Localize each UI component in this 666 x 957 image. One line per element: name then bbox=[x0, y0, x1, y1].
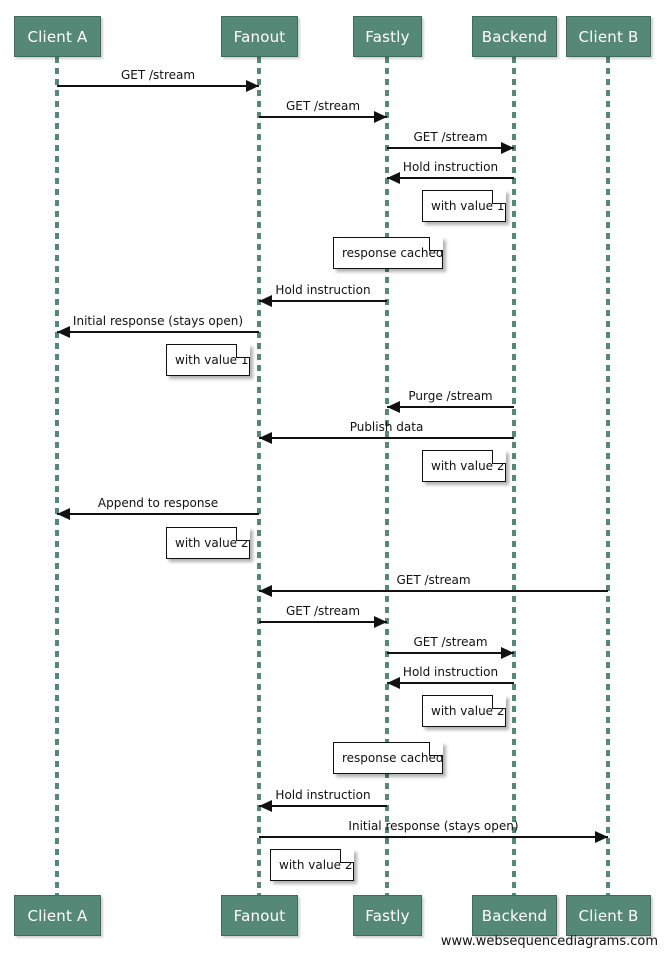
actor-footer-backend[interactable]: Backend bbox=[472, 895, 557, 936]
note-fold-corner-icon bbox=[492, 449, 506, 464]
message-line-m7 bbox=[387, 406, 514, 408]
message-label-m13: Hold instruction bbox=[402, 665, 499, 679]
message-line-m13 bbox=[387, 682, 514, 684]
message-line-m6 bbox=[57, 331, 259, 333]
message-label-m3: GET /stream bbox=[413, 130, 488, 144]
actor-label: Client B bbox=[578, 27, 639, 46]
note-fold-corner-icon bbox=[236, 343, 250, 358]
message-line-m12 bbox=[387, 652, 514, 654]
actor-label: Backend bbox=[481, 906, 548, 925]
message-line-m4 bbox=[387, 177, 514, 179]
message-label-m5: Hold instruction bbox=[275, 283, 371, 297]
message-label-m8: Publish data bbox=[349, 420, 424, 434]
message-line-m11 bbox=[259, 621, 387, 623]
actor-label: Client A bbox=[27, 27, 88, 46]
message-line-m14 bbox=[259, 805, 387, 807]
actor-footer-client_b[interactable]: Client B bbox=[566, 895, 651, 936]
note-fold-corner-icon bbox=[492, 694, 506, 709]
sequence-diagram-canvas: GET /stream GET /stream GET /stream Hold in… bbox=[0, 0, 666, 957]
actor-footer-fanout[interactable]: Fanout bbox=[221, 895, 298, 936]
actor-label: Fanout bbox=[233, 27, 286, 46]
note-n8: with value 2 bbox=[270, 848, 354, 881]
message-label-m1: GET /stream bbox=[120, 68, 196, 82]
actor-footer-fastly[interactable]: Fastly bbox=[353, 895, 422, 936]
message-line-m1 bbox=[57, 85, 259, 87]
message-label-m10: GET /stream bbox=[396, 573, 471, 587]
message-line-m3 bbox=[387, 147, 514, 149]
note-n7: response cached bbox=[333, 741, 443, 774]
message-label-m12: GET /stream bbox=[413, 635, 488, 649]
message-line-m5 bbox=[259, 300, 387, 302]
actor-label: Fastly bbox=[365, 27, 410, 46]
actor-header-client_b[interactable]: Client B bbox=[566, 16, 651, 57]
message-label-m7: Purge /stream bbox=[408, 389, 493, 403]
actor-header-client_a[interactable]: Client A bbox=[14, 16, 101, 57]
actor-header-fanout[interactable]: Fanout bbox=[221, 16, 298, 57]
actor-label: Client B bbox=[578, 906, 639, 925]
actor-header-backend[interactable]: Backend bbox=[472, 16, 557, 57]
message-label-m2: GET /stream bbox=[285, 99, 361, 113]
actor-label: Client A bbox=[27, 906, 88, 925]
lifeline-backend bbox=[512, 57, 516, 895]
message-label-m9: Append to response bbox=[97, 496, 219, 510]
note-fold-corner-icon bbox=[236, 526, 250, 541]
message-line-m15 bbox=[259, 836, 608, 838]
actor-label: Fanout bbox=[233, 906, 286, 925]
note-fold-corner-icon bbox=[429, 741, 443, 756]
actor-label: Backend bbox=[481, 27, 548, 46]
actor-label: Fastly bbox=[365, 906, 410, 925]
note-fold-corner-icon bbox=[492, 189, 506, 204]
message-label-m4: Hold instruction bbox=[402, 160, 499, 174]
message-line-m2 bbox=[259, 116, 387, 118]
message-line-m10 bbox=[259, 590, 608, 592]
message-line-m8 bbox=[259, 437, 514, 439]
note-n2: response cached bbox=[333, 236, 443, 269]
lifeline-client_a bbox=[55, 57, 59, 895]
note-n3: with value 1 bbox=[166, 343, 250, 376]
message-label-m6: Initial response (stays open) bbox=[72, 314, 244, 328]
note-n4: with value 2 bbox=[422, 449, 506, 482]
note-n1: with value 1 bbox=[422, 189, 506, 222]
lifeline-client_b bbox=[606, 57, 610, 895]
note-fold-corner-icon bbox=[429, 236, 443, 251]
actor-footer-client_a[interactable]: Client A bbox=[14, 895, 101, 936]
note-n6: with value 2 bbox=[422, 694, 506, 727]
watermark: www.websequencediagrams.com bbox=[440, 934, 658, 949]
message-label-m15: Initial response (stays open) bbox=[348, 819, 519, 833]
message-line-m9 bbox=[57, 513, 259, 515]
actor-header-fastly[interactable]: Fastly bbox=[353, 16, 422, 57]
message-label-m11: GET /stream bbox=[285, 604, 361, 618]
message-label-m14: Hold instruction bbox=[275, 788, 371, 802]
lifeline-fanout bbox=[257, 57, 261, 895]
note-fold-corner-icon bbox=[340, 848, 354, 863]
note-n5: with value 2 bbox=[166, 526, 250, 559]
